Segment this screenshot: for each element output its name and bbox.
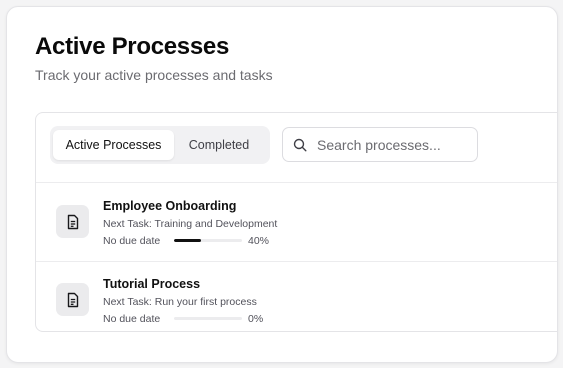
process-next-task: Next Task: Run your first process (103, 296, 257, 308)
processes-toolbar: Active Processes Completed (36, 113, 557, 183)
active-processes-card: Active Processes Track your active proce… (6, 6, 558, 363)
page-title: Active Processes (35, 33, 229, 60)
document-icon (56, 283, 89, 316)
tab-active-processes[interactable]: Active Processes (53, 130, 174, 160)
progress-percent: 0% (248, 313, 264, 325)
search-icon (293, 138, 307, 152)
process-row-employee-onboarding[interactable]: Employee Onboarding Next Task: Training … (36, 184, 557, 262)
progress-bar (174, 239, 242, 242)
progress-fill (174, 239, 202, 242)
status-tabs: Active Processes Completed (50, 126, 270, 164)
process-next-task: Next Task: Training and Development (103, 218, 278, 230)
progress-bar (174, 317, 242, 320)
processes-panel: Active Processes Completed Em (35, 112, 557, 332)
document-icon (56, 205, 89, 238)
process-name: Employee Onboarding (103, 199, 237, 213)
progress-percent: 40% (248, 235, 270, 247)
tab-completed[interactable]: Completed (174, 130, 264, 160)
search-input[interactable] (317, 136, 467, 153)
process-name: Tutorial Process (103, 277, 201, 291)
search-box[interactable] (282, 127, 478, 162)
process-row-tutorial-process[interactable]: Tutorial Process Next Task: Run your fir… (36, 262, 557, 331)
process-due-date: No due date (103, 313, 161, 325)
page-subtitle: Track your active processes and tasks (35, 67, 273, 83)
process-due-date: No due date (103, 235, 161, 247)
